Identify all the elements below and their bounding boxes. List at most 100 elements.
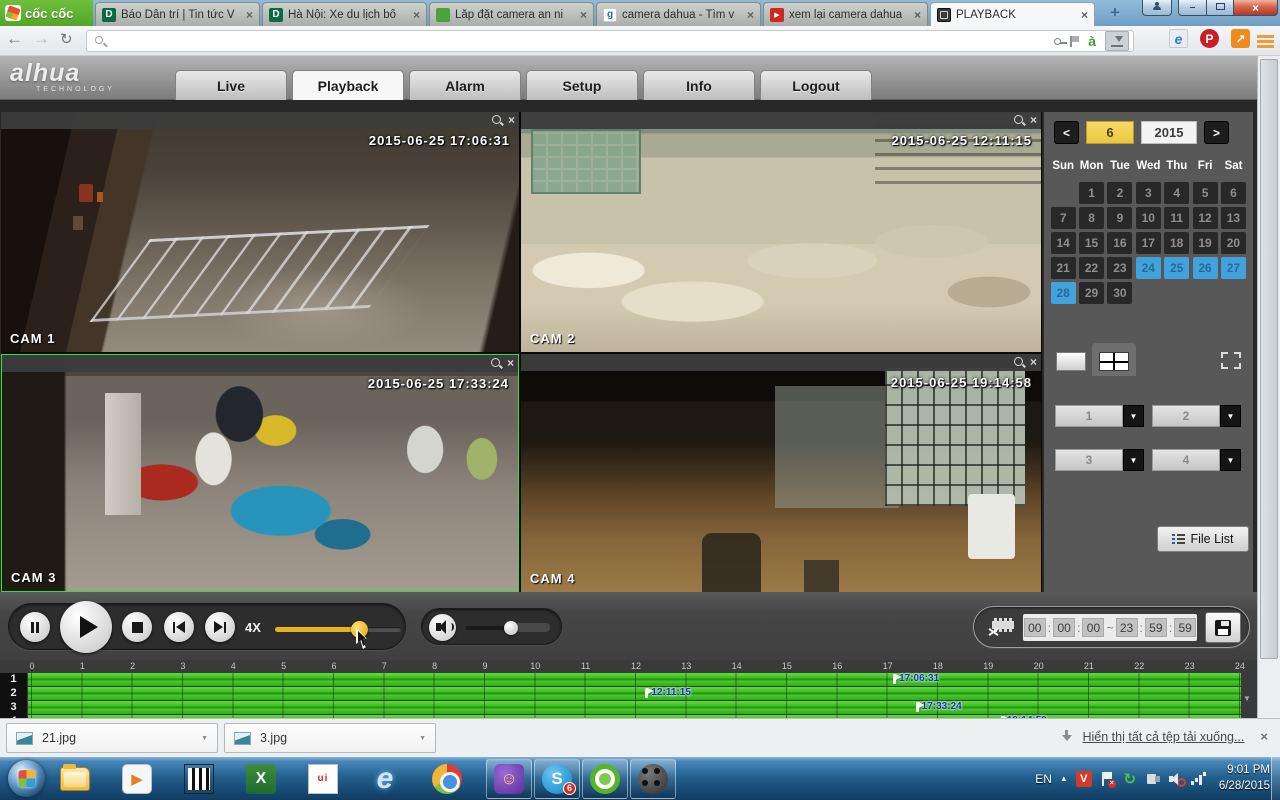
chevron-down-icon[interactable]: ▼ <box>1123 405 1144 427</box>
time-field[interactable]: 00 <box>1024 618 1046 637</box>
close-pane-icon[interactable]: × <box>1030 356 1037 368</box>
time-field[interactable]: 00 <box>1053 618 1075 637</box>
trend-extension-icon[interactable]: ↗ <box>1231 29 1250 48</box>
close-download-shelf-button[interactable]: × <box>1260 729 1268 744</box>
scrollbar-thumb[interactable] <box>1260 59 1278 659</box>
play-button[interactable] <box>60 601 112 653</box>
tray-expand-icon[interactable]: ▲ <box>1060 774 1068 783</box>
save-clip-button[interactable] <box>1205 612 1241 643</box>
calendar-day-17[interactable]: 17 <box>1136 232 1161 254</box>
camera-pane-4[interactable]: ×2015-06-25 19:14:58CAM 4 <box>521 354 1041 592</box>
vietnamese-input-icon[interactable]: à <box>1088 34 1096 48</box>
calendar-day-26[interactable]: 26 <box>1193 257 1218 279</box>
taskbar-app-chrome[interactable] <box>424 759 470 799</box>
tab-close-button[interactable]: × <box>413 8 420 22</box>
download-tray-icon[interactable] <box>1105 31 1129 51</box>
volume-slider-knob[interactable] <box>504 621 518 635</box>
chevron-down-icon[interactable]: ▼ <box>1123 449 1144 471</box>
calendar-day-12[interactable]: 12 <box>1193 207 1218 229</box>
nav-tab-setup[interactable]: Setup <box>526 70 638 100</box>
restore-button[interactable] <box>1207 0 1234 16</box>
nav-tab-logout[interactable]: Logout <box>760 70 872 100</box>
mute-button[interactable] <box>429 614 456 641</box>
nav-tab-live[interactable]: Live <box>175 70 287 100</box>
calendar-day-20[interactable]: 20 <box>1221 232 1246 254</box>
tab-close-button[interactable]: × <box>580 8 587 22</box>
single-view-button[interactable] <box>1056 352 1086 371</box>
stop-button[interactable] <box>122 612 152 642</box>
speed-slider[interactable] <box>275 627 401 632</box>
ie-extension-icon[interactable]: e <box>1169 29 1188 48</box>
calendar-day-19[interactable]: 19 <box>1193 232 1218 254</box>
tab-close-button[interactable]: × <box>1081 8 1088 22</box>
url-field[interactable]: à <box>86 30 1134 52</box>
taskbar-clock[interactable]: 9:01 PM 6/28/2015 <box>1219 763 1270 794</box>
clip-scissors-icon[interactable] <box>988 618 1014 637</box>
calendar-day-16[interactable]: 16 <box>1107 232 1132 254</box>
calendar-day-7[interactable]: 7 <box>1051 207 1076 229</box>
digital-zoom-icon[interactable] <box>1014 115 1025 126</box>
digital-zoom-icon[interactable] <box>491 358 502 369</box>
timeline-record-track-1[interactable]: 17:06:31 <box>28 673 1241 686</box>
tab-close-button[interactable]: × <box>747 8 754 22</box>
chevron-down-icon[interactable]: ▼ <box>1220 405 1241 427</box>
download-item[interactable]: 3.jpg▼ <box>224 723 436 753</box>
channel-select-2[interactable]: 2▼ <box>1152 405 1241 427</box>
browser-tab[interactable]: Lắp đặt camera an ni× <box>429 2 594 26</box>
taskbar-app-reel[interactable] <box>630 759 676 799</box>
calendar-day-15[interactable]: 15 <box>1079 232 1104 254</box>
calendar-day-3[interactable]: 3 <box>1136 182 1161 204</box>
calendar-day-10[interactable]: 10 <box>1136 207 1161 229</box>
browser-tab[interactable]: gcamera dahua - Tìm v× <box>596 2 761 26</box>
download-item[interactable]: 21.jpg▼ <box>6 723 218 753</box>
tray-net-icon[interactable] <box>1191 771 1207 787</box>
download-item-menu-icon[interactable]: ▼ <box>201 735 208 742</box>
close-pane-icon[interactable]: × <box>508 114 515 126</box>
profile-button[interactable] <box>1142 0 1172 16</box>
timeline-caret-icon[interactable]: ▼ <box>1243 694 1251 703</box>
nav-tab-info[interactable]: Info <box>643 70 755 100</box>
taskbar-app-barcode[interactable] <box>176 759 222 799</box>
taskbar-app-ie[interactable]: e <box>362 759 408 799</box>
taskbar-app-excel[interactable]: X <box>238 759 284 799</box>
tray-mute-icon[interactable] <box>1168 771 1184 787</box>
calendar-day-27[interactable]: 27 <box>1221 257 1246 279</box>
forward-button[interactable]: → <box>33 29 50 49</box>
calendar-day-9[interactable]: 9 <box>1107 207 1132 229</box>
tray-usb-icon[interactable] <box>1145 771 1161 787</box>
channel-select-4[interactable]: 4▼ <box>1152 449 1241 471</box>
time-field[interactable]: 59 <box>1145 618 1167 637</box>
file-list-button[interactable]: File List <box>1157 526 1249 552</box>
calendar-next-button[interactable]: > <box>1204 121 1229 144</box>
show-desktop-button[interactable] <box>1271 757 1280 800</box>
calendar-day-23[interactable]: 23 <box>1107 257 1132 279</box>
show-all-downloads-link[interactable]: Hiển thị tất cả tệp tải xuống... <box>1083 730 1245 744</box>
back-button[interactable]: ← <box>6 29 23 49</box>
close-window-button[interactable]: × <box>1234 0 1278 16</box>
browser-tab[interactable]: DBáo Dân trí | Tin tức V× <box>95 2 260 26</box>
camera-pane-3[interactable]: ×2015-06-25 17:33:24CAM 3 <box>1 354 519 592</box>
download-item-menu-icon[interactable]: ▼ <box>419 735 426 742</box>
calendar-day-28[interactable]: 28 <box>1051 282 1076 304</box>
nav-tab-alarm[interactable]: Alarm <box>409 70 521 100</box>
calendar-day-2[interactable]: 2 <box>1107 182 1132 204</box>
next-frame-button[interactable] <box>205 612 235 642</box>
browser-tab[interactable]: ▶xem lại camera dahua× <box>763 2 928 26</box>
calendar-day-21[interactable]: 21 <box>1051 257 1076 279</box>
channel-select-3[interactable]: 3▼ <box>1055 449 1144 471</box>
start-button[interactable] <box>8 760 45 797</box>
pause-button[interactable] <box>20 612 50 642</box>
calendar-day-14[interactable]: 14 <box>1051 232 1076 254</box>
calendar-day-8[interactable]: 8 <box>1079 207 1104 229</box>
tab-close-button[interactable]: × <box>914 8 921 22</box>
calendar-day-29[interactable]: 29 <box>1079 282 1104 304</box>
close-pane-icon[interactable]: × <box>507 357 514 369</box>
calendar-day-1[interactable]: 1 <box>1079 182 1104 204</box>
camera-pane-2[interactable]: ×2015-06-25 12:11:15CAM 2 <box>521 112 1041 352</box>
digital-zoom-icon[interactable] <box>492 115 503 126</box>
taskbar-app-explorer[interactable] <box>52 759 98 799</box>
calendar-day-22[interactable]: 22 <box>1079 257 1104 279</box>
calendar-day-18[interactable]: 18 <box>1164 232 1189 254</box>
nav-tab-playback[interactable]: Playback <box>292 70 404 100</box>
prev-frame-button[interactable] <box>164 612 194 642</box>
